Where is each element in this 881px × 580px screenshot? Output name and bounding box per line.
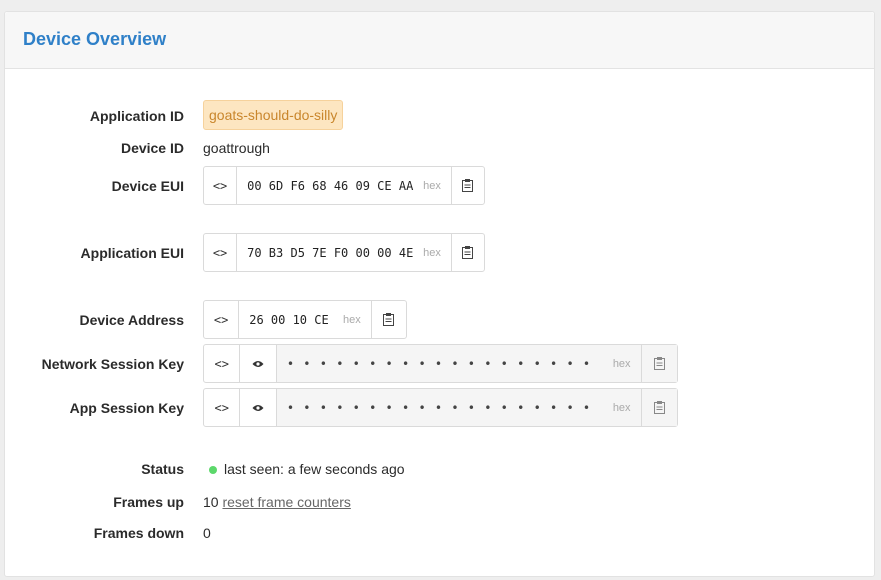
code-toggle-icon[interactable]: <> xyxy=(204,234,238,271)
clipboard-icon[interactable] xyxy=(450,167,484,204)
device-address-value[interactable]: 26 00 10 CE xyxy=(239,301,329,338)
eye-icon[interactable] xyxy=(240,345,277,382)
frames-up-value: 10 xyxy=(203,494,219,510)
network-session-key-value[interactable]: • • • • • • • • • • • • • • • • • • • • … xyxy=(276,345,599,382)
last-seen-text: last seen: a few seconds ago xyxy=(224,461,405,477)
device-id-label: Device ID xyxy=(120,140,184,156)
app-session-key-value[interactable]: • • • • • • • • • • • • • • • • • • • • … xyxy=(276,389,599,426)
frames-down-value: 0 xyxy=(203,525,211,541)
network-session-key-field: <> • • • • • • • • • • • • • • • • • • •… xyxy=(203,344,678,383)
status-value: last seen: a few seconds ago xyxy=(203,461,405,477)
code-toggle-icon[interactable]: <> xyxy=(204,167,238,204)
eye-icon[interactable] xyxy=(240,389,277,426)
code-toggle-icon[interactable]: <> xyxy=(204,301,240,338)
frames-up-row: 10 reset frame counters xyxy=(203,494,351,510)
device-eui-value[interactable]: 00 6D F6 68 46 09 CE AA xyxy=(237,167,413,204)
clipboard-icon[interactable] xyxy=(450,234,484,271)
device-address-field: <> 26 00 10 CE hex xyxy=(203,300,407,339)
application-id-label: Application ID xyxy=(89,108,184,124)
page-title: Device Overview xyxy=(23,29,167,49)
code-toggle-icon[interactable]: <> xyxy=(204,389,241,426)
app-session-key-field: <> • • • • • • • • • • • • • • • • • • •… xyxy=(203,388,678,427)
reset-frame-counters-link[interactable]: reset frame counters xyxy=(222,494,350,510)
application-id-badge[interactable]: goats-should-do-silly xyxy=(203,100,344,130)
network-session-key-label: Network Session Key xyxy=(41,356,184,372)
network-session-key-format: hex xyxy=(598,345,641,382)
application-eui-format: hex xyxy=(423,246,441,259)
application-eui-value[interactable]: 70 B3 D5 7E F0 00 00 4E xyxy=(237,234,413,271)
clipboard-icon[interactable] xyxy=(370,301,406,338)
device-overview-panel: Device Overview Application ID goats-sho… xyxy=(4,11,875,577)
app-session-key-format: hex xyxy=(598,389,641,426)
frames-down-label: Frames down xyxy=(93,525,184,541)
app-session-key-label: App Session Key xyxy=(69,400,184,416)
frames-up-label: Frames up xyxy=(113,494,184,510)
clipboard-icon[interactable] xyxy=(640,345,677,382)
clipboard-icon[interactable] xyxy=(640,389,677,426)
device-address-format: hex xyxy=(343,313,361,326)
device-address-label: Device Address xyxy=(79,312,184,328)
code-toggle-icon[interactable]: <> xyxy=(204,345,241,382)
device-eui-format: hex xyxy=(423,179,441,192)
application-eui-field: <> 70 B3 D5 7E F0 00 00 4E hex xyxy=(203,233,485,272)
status-label: Status xyxy=(141,461,184,477)
device-eui-field: <> 00 6D F6 68 46 09 CE AA hex xyxy=(203,166,485,205)
device-eui-label: Device EUI xyxy=(111,178,184,194)
application-eui-label: Application EUI xyxy=(80,245,184,261)
status-indicator xyxy=(209,465,217,474)
device-id-value: goattrough xyxy=(203,140,270,156)
